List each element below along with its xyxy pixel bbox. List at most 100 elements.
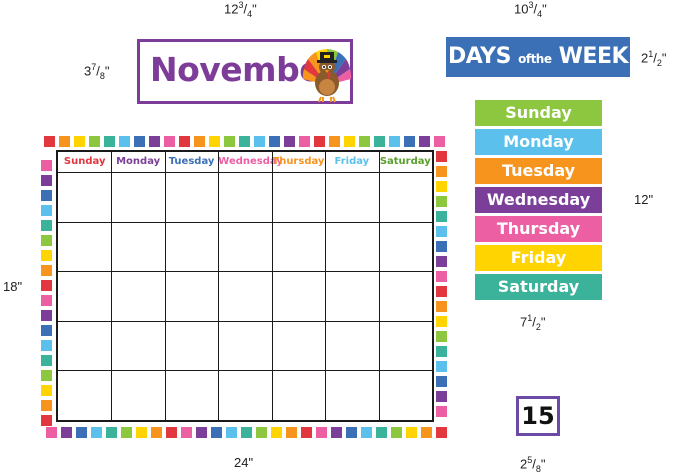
border-square xyxy=(61,427,72,438)
border-square xyxy=(391,427,402,438)
border-square xyxy=(209,136,220,147)
border-square xyxy=(239,136,250,147)
border-square xyxy=(419,136,430,147)
border-square xyxy=(74,136,85,147)
title-height-label: 37/8" xyxy=(84,62,110,81)
border-square xyxy=(436,331,447,342)
border-square xyxy=(301,427,312,438)
grid-column-line xyxy=(379,152,380,420)
border-square xyxy=(389,136,400,147)
border-square xyxy=(224,136,235,147)
border-square xyxy=(41,355,52,366)
border-square xyxy=(436,211,447,222)
border-square xyxy=(404,136,415,147)
strips-height-label: 12" xyxy=(634,192,654,207)
border-square xyxy=(181,427,192,438)
border-square xyxy=(436,406,447,417)
border-square xyxy=(121,427,132,438)
border-square xyxy=(119,136,130,147)
date-number-card: 15 xyxy=(516,396,560,436)
banner-height-label: 21/2" xyxy=(641,49,667,68)
border-square xyxy=(41,400,52,411)
border-square xyxy=(436,151,447,162)
border-square xyxy=(359,136,370,147)
border-square xyxy=(104,136,115,147)
calendar-header-tuesday: Tuesday xyxy=(168,156,215,167)
border-square xyxy=(41,280,52,291)
border-square xyxy=(41,325,52,336)
border-square xyxy=(344,136,355,147)
border-square xyxy=(194,136,205,147)
day-strip-thursday: Thursday xyxy=(475,216,602,242)
grid-row-line xyxy=(58,370,432,371)
border-square xyxy=(241,427,252,438)
border-square xyxy=(436,271,447,282)
calendar-header-saturday: Saturday xyxy=(379,156,431,167)
border-square xyxy=(436,376,447,387)
calendar-width-label: 24" xyxy=(234,455,254,470)
border-square xyxy=(44,136,55,147)
month-header-card: November xyxy=(137,39,353,104)
border-square xyxy=(329,136,340,147)
border-square xyxy=(91,427,102,438)
border-square xyxy=(436,301,447,312)
grid-row-line xyxy=(58,321,432,322)
border-square xyxy=(41,160,52,171)
border-square xyxy=(106,427,117,438)
border-square xyxy=(149,136,160,147)
border-square xyxy=(41,205,52,216)
border-square xyxy=(179,136,190,147)
calendar-header-thursday: Thursday xyxy=(272,156,325,167)
days-of-the-week-title: DAYS ofthe WEEK xyxy=(447,44,629,69)
border-square xyxy=(46,427,57,438)
border-square xyxy=(376,427,387,438)
border-square xyxy=(269,136,280,147)
grid-row-line xyxy=(58,271,432,272)
border-square xyxy=(436,346,447,357)
grid-row-line xyxy=(58,172,432,173)
border-square xyxy=(41,250,52,261)
border-square xyxy=(211,427,222,438)
border-square xyxy=(76,427,87,438)
border-square xyxy=(436,181,447,192)
banner-width-label: 103/4" xyxy=(514,0,547,19)
border-square xyxy=(361,427,372,438)
border-square xyxy=(134,136,145,147)
border-square xyxy=(436,166,447,177)
border-square xyxy=(41,385,52,396)
border-square xyxy=(436,391,447,402)
border-square xyxy=(41,295,52,306)
border-square xyxy=(41,370,52,381)
border-square xyxy=(41,175,52,186)
calendar-height-label: 18" xyxy=(3,279,23,294)
border-square xyxy=(436,286,447,297)
day-strip-wednesday: Wednesday xyxy=(475,187,602,213)
turkey-icon xyxy=(302,49,352,103)
day-strip-friday: Friday xyxy=(475,245,602,271)
border-square xyxy=(436,196,447,207)
border-square xyxy=(41,190,52,201)
grid-column-line xyxy=(165,152,166,420)
border-square xyxy=(254,136,265,147)
border-square xyxy=(41,340,52,351)
border-square xyxy=(151,427,162,438)
border-square xyxy=(196,427,207,438)
strips-width-label: 71/2" xyxy=(520,313,546,332)
border-square xyxy=(41,235,52,246)
border-square xyxy=(436,427,447,438)
border-square xyxy=(421,427,432,438)
border-square xyxy=(316,427,327,438)
calendar-header-monday: Monday xyxy=(116,156,161,167)
border-square xyxy=(136,427,147,438)
border-square xyxy=(41,220,52,231)
border-square xyxy=(436,241,447,252)
day-strip-monday: Monday xyxy=(475,129,602,155)
border-square xyxy=(434,136,445,147)
border-square xyxy=(271,427,282,438)
grid-column-line xyxy=(218,152,219,420)
border-square xyxy=(166,427,177,438)
border-square xyxy=(436,316,447,327)
border-square xyxy=(436,226,447,237)
grid-column-line xyxy=(111,152,112,420)
border-square xyxy=(406,427,417,438)
